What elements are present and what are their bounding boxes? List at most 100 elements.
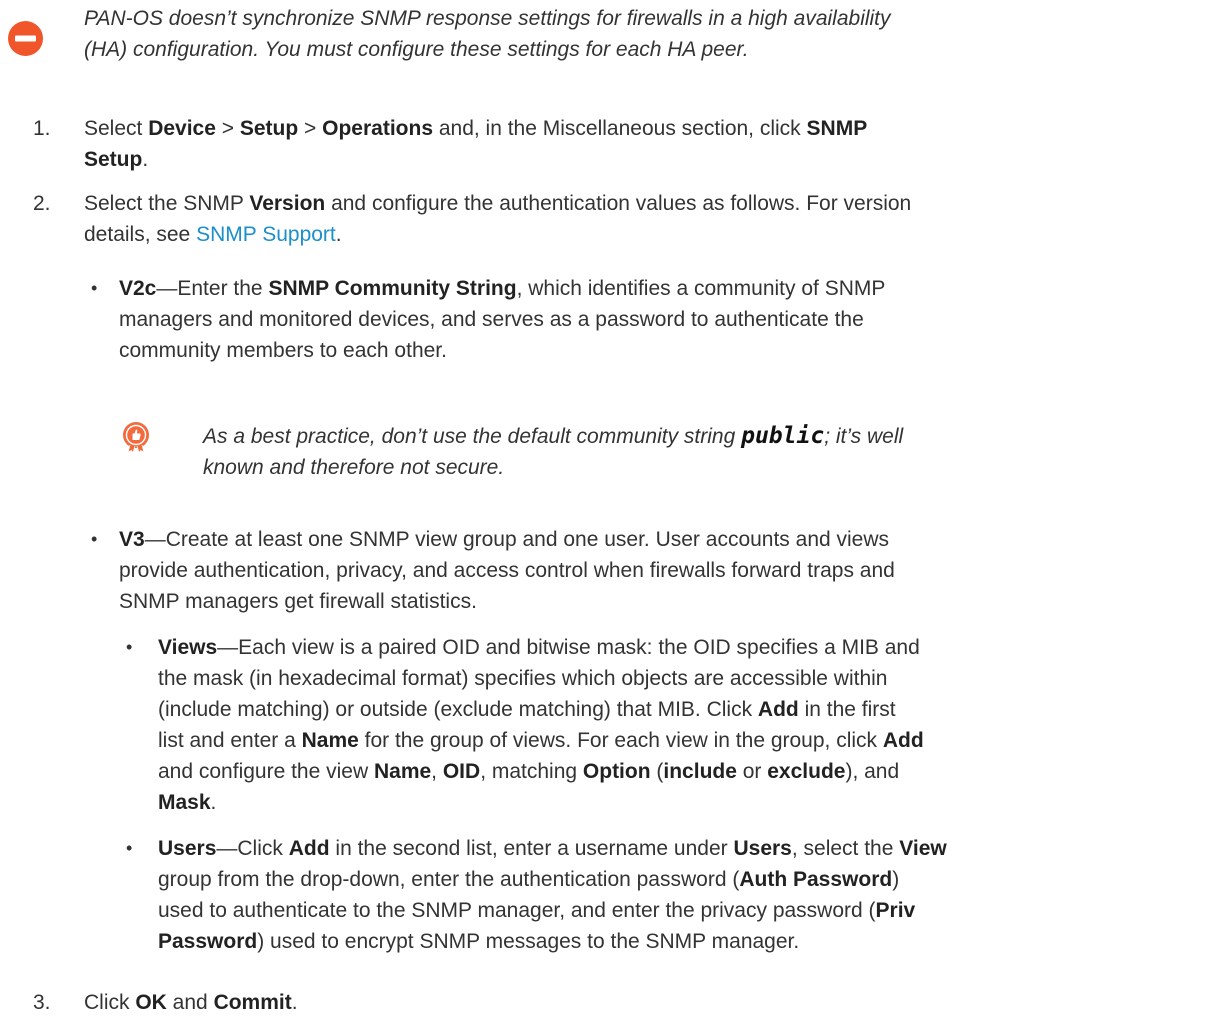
ui-term-community-string: SNMP Community String [268,277,517,300]
ui-term-mask: Mask [158,791,211,814]
caution-line: (HA) configuration. You must configure t… [84,38,749,61]
caution-line: PAN-OS doesn’t synchronize SNMP response… [84,7,891,30]
text: ) used to encrypt SNMP messages to the S… [257,930,800,953]
text: Click [84,991,136,1014]
text: ; it’s well [824,425,904,448]
ui-term-auth-password: Auth Password [739,868,893,891]
text: ), and [845,760,900,783]
text: —Each view is a paired OID and bitwise m… [217,636,920,659]
bullet-icon: • [126,637,133,657]
users-line-1: Users—Click Add in the second list, ente… [158,833,947,864]
text: and configure the authentication values … [325,192,912,215]
text: (include matching) or outside (exclude m… [158,698,758,721]
text: Select the SNMP [84,192,250,215]
views-line-1: Views—Each view is a paired OID and bitw… [158,632,920,663]
v3-line-2: provide authentication, privacy, and acc… [119,559,895,582]
step-1-line-1: Select Device > Setup > Operations and, … [84,113,867,144]
users-line-4: Password) used to encrypt SNMP messages … [158,926,799,957]
best-practice-badge-icon [120,421,152,454]
ui-term-commit: Commit [213,991,292,1014]
step-1-line-2: Setup. [84,144,148,175]
ui-term-ok: OK [135,991,167,1014]
bullet-icon: • [126,838,133,858]
text: . [291,991,298,1014]
ui-term-priv: Priv [875,899,916,922]
ui-term-version: Version [249,192,326,215]
text: in the second list, enter a username und… [329,837,734,860]
views-line-3: (include matching) or outside (exclude m… [158,694,896,725]
term-v2c: V2c [119,277,157,300]
ui-term-name: Name [301,729,359,752]
text: in the first [798,698,896,721]
users-line-3: used to authenticate to the SNMP manager… [158,895,915,926]
text: and configure the view [158,760,374,783]
v2c-line-3: community members to each other. [119,339,447,362]
views-line-4: list and enter a Name for the group of v… [158,725,924,756]
step-number: 3. [33,991,51,1014]
views-line-6: Mask. [158,787,216,818]
code-public: public [741,423,825,449]
ui-term-snmp: SNMP [806,117,868,140]
v2c-line-1: V2c—Enter the SNMP Community String, whi… [119,273,885,304]
ui-term-password: Password [158,930,258,953]
bullet-icon: • [91,529,98,549]
text: > [298,117,323,140]
ui-term-add: Add [882,729,924,752]
document-page: PAN-OS doesn’t synchronize SNMP response… [0,0,1224,1034]
ui-term-users: Users [733,837,792,860]
text: group from the drop-down, enter the auth… [158,868,740,891]
snmp-support-link[interactable]: SNMP Support [196,223,336,246]
text: for the group of views. For each view in… [358,729,883,752]
term-v3: V3 [119,528,145,551]
text: , matching [480,760,583,783]
text: or [736,760,768,783]
text: > [215,117,240,140]
ui-term-device: Device [148,117,216,140]
text: used to authenticate to the SNMP manager… [158,899,876,922]
v2c-line-2: managers and monitored devices, and serv… [119,308,864,331]
text: . [335,223,342,246]
users-line-2: group from the drop-down, enter the auth… [158,864,899,895]
best-practice-line-1: As a best practice, don’t use the defaul… [203,421,903,452]
text: . [210,791,217,814]
text: and [166,991,214,1014]
bullet-icon: • [91,278,98,298]
text: and, in the Miscellaneous section, click [433,117,807,140]
ui-term-setup: Setup [84,148,143,171]
step-3-line-1: Click OK and Commit. [84,987,298,1018]
text: Select [84,117,149,140]
term-users: Users [158,837,217,860]
ui-term-exclude: exclude [767,760,846,783]
text: ) [892,868,900,891]
ui-term-include: include [663,760,737,783]
ui-term-option: Option [582,760,651,783]
ui-term-add: Add [288,837,330,860]
ui-term-name: Name [373,760,432,783]
ui-term-operations: Operations [322,117,433,140]
views-line-5: and configure the view Name, OID, matchi… [158,756,899,787]
text: , which identifies a community of SNMP [516,277,886,300]
text: —Enter the [156,277,269,300]
caution-text: PAN-OS doesn’t synchronize SNMP response… [84,3,1214,65]
step-2-line-1: Select the SNMP Version and configure th… [84,188,911,219]
ui-term-setup: Setup [239,117,299,140]
ui-term-add: Add [757,698,799,721]
text: , [431,760,443,783]
text: . [142,148,149,171]
step-number: 2. [33,192,51,215]
text: list and enter a [158,729,302,752]
ui-term-oid: OID [442,760,481,783]
step-2-line-2: details, see SNMP Support. [84,219,342,250]
text: ( [650,760,664,783]
v3-line-1: V3—Create at least one SNMP view group a… [119,524,889,555]
text: , select the [791,837,900,860]
term-views: Views [158,636,218,659]
step-number: 1. [33,117,51,140]
best-practice-line-2: known and therefore not secure. [203,456,505,479]
no-entry-icon [8,21,43,56]
ui-term-view: View [899,837,947,860]
text: As a best practice, don’t use the defaul… [203,425,742,448]
text: —Click [216,837,289,860]
text: details, see [84,223,197,246]
text: —Create at least one SNMP view group and… [144,528,890,551]
